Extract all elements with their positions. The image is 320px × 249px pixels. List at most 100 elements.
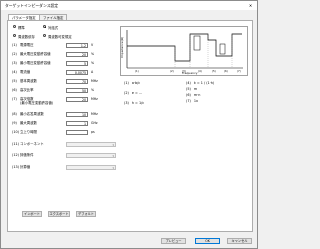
formula-7: (7) 1x bbox=[186, 99, 198, 103]
field-label: コンポーネント bbox=[20, 142, 44, 146]
field-index: (4) bbox=[12, 70, 17, 74]
field-index: (7) bbox=[12, 97, 17, 101]
formula-index: (4) bbox=[186, 81, 191, 85]
field-label: 電流値 bbox=[20, 70, 31, 74]
field-input[interactable]: 5 bbox=[66, 60, 88, 66]
field-input[interactable] bbox=[66, 129, 88, 135]
field-index: (12) bbox=[12, 153, 19, 157]
field-label: 最小電圧変動許容値 bbox=[20, 61, 51, 65]
field-label: 電源電圧 bbox=[20, 43, 34, 47]
graph-ylabel: Impedance(Ω) bbox=[120, 37, 124, 58]
field-label: 最小応答周波数 bbox=[20, 112, 44, 116]
field-unit: GHz bbox=[91, 121, 98, 125]
formula-index: (5) bbox=[186, 87, 191, 91]
field-input[interactable]: 50 bbox=[66, 87, 88, 93]
field-label: 立上り時間 bbox=[20, 130, 37, 134]
graph-marker: (3) bbox=[182, 69, 186, 73]
field-select[interactable]: ▾ bbox=[66, 164, 116, 170]
field-index: (13) bbox=[12, 165, 19, 169]
formula-expression: h = 1/c bbox=[131, 101, 145, 105]
chevron-down-icon: ▾ bbox=[112, 142, 114, 147]
graph-marker: (5) bbox=[212, 69, 216, 73]
mode-freqdep-radio[interactable] bbox=[13, 34, 17, 38]
field-unit: % bbox=[91, 88, 95, 92]
graph-marker: (4) bbox=[198, 69, 202, 73]
settings-panel: 標準 対話式 周波数依存 周波数可変規定 (1) 電源電圧 1.2 V (2) 最大電圧変… bbox=[7, 20, 253, 232]
field-unit: MHz bbox=[91, 79, 98, 83]
window-title: ターゲットインピーダンス設定 bbox=[5, 3, 59, 8]
graph-marker: (7) bbox=[237, 69, 241, 73]
formula-expression: m·n bbox=[193, 93, 201, 97]
formula-3: (3) h = 1/c bbox=[124, 101, 144, 105]
field-input[interactable]: 0.0075 bbox=[66, 69, 88, 75]
chevron-down-icon: ▾ bbox=[112, 153, 114, 158]
formula-6: (6) m·n bbox=[186, 93, 200, 97]
chevron-down-icon: ▾ bbox=[112, 165, 114, 170]
formula-expression: a·b/c bbox=[131, 81, 141, 85]
field-index: (6) bbox=[12, 88, 17, 92]
field-select[interactable]: ▾ bbox=[66, 141, 116, 147]
field-input[interactable]: 1 bbox=[66, 120, 88, 126]
default-button[interactable]: デフォルト bbox=[76, 211, 96, 217]
field-label: 最大電圧変動許容値 bbox=[20, 52, 51, 56]
field-index: (5) bbox=[12, 79, 17, 83]
close-icon[interactable]: ✕ bbox=[246, 2, 255, 9]
field-index: (2) bbox=[12, 52, 17, 56]
formula-2: (2) e = ... bbox=[124, 91, 142, 95]
field-label: 最大周波数 bbox=[20, 121, 37, 125]
impedance-graph: Impedance(Ω) Frequency (1) (2) (3) (4) (5) (6… bbox=[120, 26, 248, 76]
preview-button[interactable]: プレビュー bbox=[161, 238, 186, 244]
field-index: (8) bbox=[12, 112, 17, 116]
ok-button[interactable]: OK bbox=[195, 238, 220, 244]
dialog-window: ターゲットインピーダンス設定 ✕ パラメータ指定 ファイル指定 標準 対話式 周… bbox=[0, 0, 258, 249]
mode-custom-label: 対話式 bbox=[48, 25, 59, 30]
export-button[interactable]: エクスポート bbox=[48, 211, 70, 217]
field-select[interactable]: ▾ bbox=[66, 152, 116, 158]
field-input[interactable]: 20 bbox=[66, 96, 88, 102]
field-index: (11) bbox=[12, 142, 19, 146]
field-index: (1) bbox=[12, 43, 17, 47]
field-input[interactable]: 20 bbox=[66, 51, 88, 57]
field-index: (10) bbox=[12, 130, 19, 134]
graph-marker: (6) bbox=[224, 69, 228, 73]
formula-index: (3) bbox=[124, 101, 129, 105]
mode-freqdep-label: 周波数依存 bbox=[18, 34, 35, 39]
field-input[interactable]: 1.2 bbox=[66, 42, 88, 48]
field-index: (3) bbox=[12, 61, 17, 65]
import-button[interactable]: インポート bbox=[22, 211, 42, 217]
field-input[interactable]: 70 bbox=[66, 78, 88, 84]
mode-standard-label: 標準 bbox=[18, 25, 25, 30]
field-unit: % bbox=[91, 61, 95, 65]
formula-index: (2) bbox=[124, 91, 129, 95]
title-bar: ターゲットインピーダンス設定 ✕ bbox=[1, 1, 257, 10]
graph-marker: (2) bbox=[170, 69, 174, 73]
formula-1: (1) a·b/c bbox=[124, 81, 140, 85]
formula-index: (6) bbox=[186, 93, 191, 97]
field-input[interactable]: 10 bbox=[66, 111, 88, 117]
formula-5: (5) m bbox=[186, 87, 197, 91]
field-label: 評価条件 bbox=[20, 153, 34, 157]
formula-index: (1) bbox=[124, 81, 129, 85]
formula-expression: k = 1 / (1·h) bbox=[193, 81, 215, 85]
formula-expression: m bbox=[193, 87, 198, 91]
field-label: 基本周波数 bbox=[20, 79, 37, 83]
graph-marker: (1) bbox=[135, 69, 139, 73]
field-unit: A bbox=[91, 70, 94, 74]
field-unit: ps bbox=[91, 130, 95, 134]
mode-standard-radio[interactable] bbox=[13, 25, 17, 29]
field-index: (9) bbox=[12, 121, 17, 125]
field-unit: % bbox=[91, 52, 95, 56]
cancel-button[interactable]: キャンセル bbox=[227, 238, 252, 244]
mode-freqdep-alt-radio[interactable] bbox=[43, 34, 47, 38]
field-label: 高次比率 bbox=[20, 88, 34, 92]
field-unit: MHz bbox=[91, 112, 98, 116]
field-unit: V bbox=[91, 43, 94, 47]
formula-index: (7) bbox=[186, 99, 191, 103]
field-unit: MHz bbox=[91, 97, 98, 101]
field-label: 計算値 bbox=[20, 165, 31, 169]
mode-custom-radio[interactable] bbox=[43, 25, 47, 29]
formula-4: (4) k = 1 / (1·h) bbox=[186, 81, 214, 85]
mode-freqdep-alt-label: 周波数可変規定 bbox=[48, 34, 72, 39]
field-label: 高次倍数 (最小電圧変動許容値) bbox=[20, 97, 54, 105]
formula-expression: 1x bbox=[193, 99, 198, 103]
